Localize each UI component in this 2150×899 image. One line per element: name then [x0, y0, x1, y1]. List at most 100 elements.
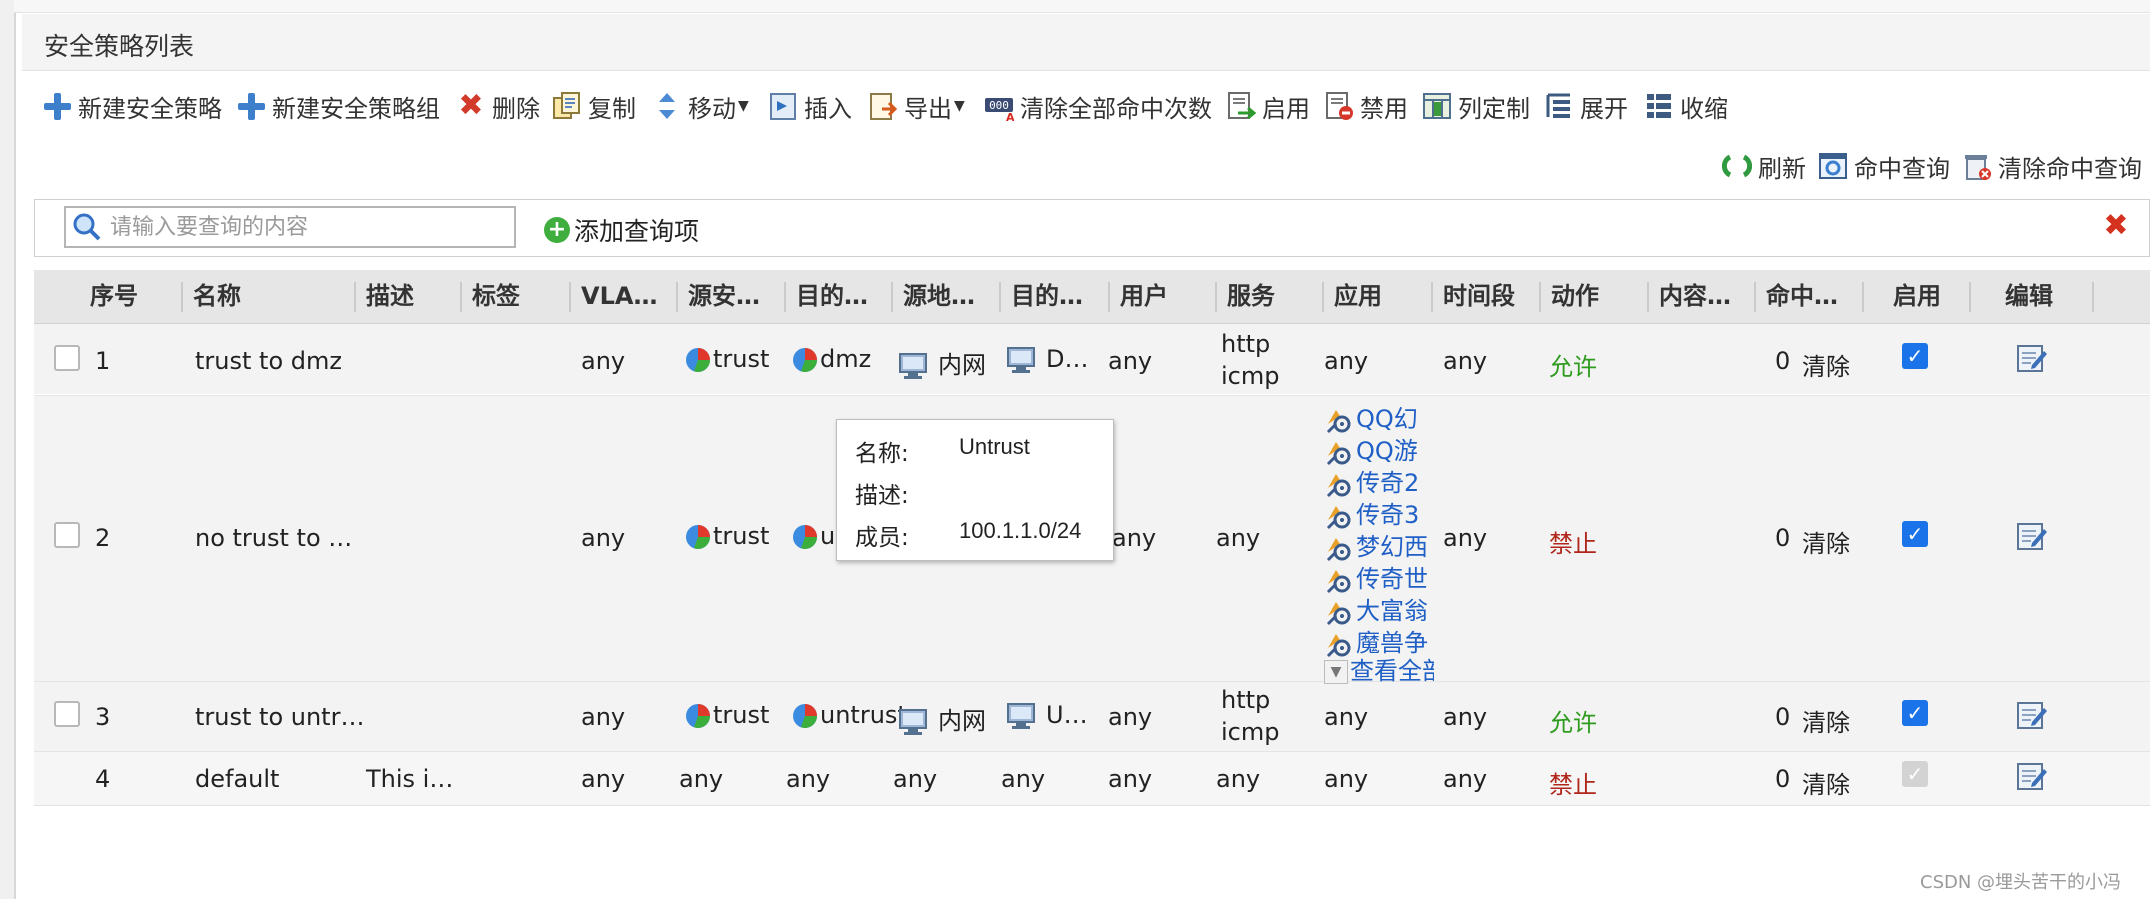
column-header[interactable]: 内容… [1659, 270, 1759, 323]
app-link[interactable]: 梦幻西 [1324, 527, 1434, 562]
column-header[interactable]: 标签 [472, 270, 562, 323]
policy-name-link[interactable]: default [195, 765, 279, 793]
clear-hits-link[interactable]: 清除 [1802, 347, 1850, 382]
column-divider[interactable] [891, 282, 893, 312]
column-divider[interactable] [181, 282, 183, 312]
insert-icon [768, 91, 798, 121]
policy-name-link[interactable]: trust to dmz [195, 347, 342, 375]
column-divider[interactable] [1108, 282, 1110, 312]
row-select-checkbox[interactable] [54, 522, 80, 548]
column-header[interactable]: 序号 [90, 270, 170, 323]
column-header[interactable]: 编辑 [2005, 270, 2095, 323]
clear-hits-link[interactable]: 清除 [1802, 765, 1850, 800]
export-dropdown[interactable]: 导出 ▼ [868, 86, 965, 126]
disable-button[interactable]: 禁用 [1324, 86, 1408, 126]
service-link-http[interactable]: http [1221, 330, 1270, 358]
src-zone-link[interactable]: trust [684, 701, 769, 730]
column-divider[interactable] [1322, 282, 1324, 312]
hit-query-button[interactable]: 命中查询 [1818, 146, 1950, 186]
column-header[interactable]: 目的… [1011, 270, 1111, 323]
tooltip-members-label: 成员: [855, 525, 909, 551]
column-header[interactable]: 描述 [366, 270, 456, 323]
row-id: 4 [95, 765, 111, 793]
clear-hit-query-button[interactable]: 清除命中查询 [1962, 146, 2142, 186]
move-dropdown[interactable]: 移动 ▼ [652, 86, 749, 126]
src-zone-link[interactable]: trust [684, 522, 769, 551]
enabled-checkbox[interactable]: ✓ [1902, 700, 1928, 726]
column-divider[interactable] [460, 282, 462, 312]
column-header[interactable]: 动作 [1551, 270, 1641, 323]
policy-name-link[interactable]: trust to untr… [195, 703, 364, 731]
column-header[interactable]: 用户 [1120, 270, 1210, 323]
column-divider[interactable] [569, 282, 571, 312]
column-divider[interactable] [1754, 282, 1756, 312]
service-link-icmp[interactable]: icmp [1221, 718, 1279, 746]
column-header[interactable]: 时间段 [1443, 270, 1543, 323]
refresh-button[interactable]: 刷新 [1721, 146, 1806, 186]
column-header[interactable]: VLA… [581, 270, 681, 323]
close-icon[interactable]: ✖ [2102, 211, 2130, 241]
dst-zone-link[interactable]: dmz [791, 345, 871, 374]
edit-icon[interactable] [2016, 700, 2048, 730]
app-link[interactable]: 传奇世 [1324, 559, 1434, 594]
row-select-checkbox[interactable] [54, 701, 80, 727]
row-select-checkbox[interactable] [54, 345, 80, 371]
enabled-checkbox[interactable]: ✓ [1902, 521, 1928, 547]
app-link[interactable]: 传奇2 [1324, 463, 1434, 498]
app-link[interactable]: 大富翁 [1324, 591, 1434, 626]
src-addr-link[interactable]: 内网 [898, 701, 986, 736]
service-link-icmp[interactable]: icmp [1221, 362, 1279, 390]
policy-name-link[interactable]: no trust to … [195, 524, 352, 552]
column-header[interactable]: 名称 [193, 270, 343, 323]
src-zone-link[interactable]: trust [684, 345, 769, 374]
clear-hits-link[interactable]: 清除 [1802, 524, 1850, 559]
column-header[interactable]: 源安… [688, 270, 788, 323]
column-divider[interactable] [1215, 282, 1217, 312]
column-divider[interactable] [784, 282, 786, 312]
edit-icon[interactable] [2016, 761, 2048, 791]
column-header[interactable]: 命中… [1766, 270, 1866, 323]
copy-button[interactable]: 复制 [552, 86, 636, 126]
dst-addr-link[interactable]: U… [1006, 701, 1088, 730]
view-all-apps-link[interactable]: ▼查看全部 [1324, 651, 1434, 686]
column-header[interactable]: 应用 [1334, 270, 1424, 323]
column-header[interactable]: 目的… [796, 270, 896, 323]
clear-all-hits-button[interactable]: 000 A 清除全部命中次数 [984, 86, 1212, 126]
app-link[interactable]: QQ幻 [1324, 399, 1434, 434]
new-policy-group-button[interactable]: 新建安全策略组 [236, 86, 440, 126]
customize-columns-button[interactable]: 列定制 [1422, 86, 1530, 126]
column-divider[interactable] [1862, 282, 1864, 312]
column-divider[interactable] [354, 282, 356, 312]
column-header[interactable]: 源地… [903, 270, 1003, 323]
column-divider[interactable] [1647, 282, 1649, 312]
clear-hits-link[interactable]: 清除 [1802, 703, 1850, 738]
dst-zone-link[interactable]: untrust [791, 701, 907, 730]
search-input[interactable] [64, 206, 516, 248]
column-divider[interactable] [1969, 282, 1971, 312]
dst-addr-value: any [1001, 765, 1046, 793]
column-divider[interactable] [676, 282, 678, 312]
copy-label: 复制 [588, 94, 636, 123]
collapse-button[interactable]: 收缩 [1644, 86, 1728, 126]
app-link[interactable]: QQ游 [1324, 431, 1434, 466]
dst-zone-link[interactable]: u [791, 522, 835, 551]
service-link-http[interactable]: http [1221, 686, 1270, 714]
app-link[interactable]: 传奇3 [1324, 495, 1434, 530]
edit-icon[interactable] [2016, 343, 2048, 373]
column-divider[interactable] [1431, 282, 1433, 312]
column-divider[interactable] [1539, 282, 1541, 312]
add-query-button[interactable]: + 添加查询项 [544, 212, 699, 248]
enable-button[interactable]: 启用 [1226, 86, 1310, 126]
column-header[interactable]: 服务 [1227, 270, 1317, 323]
column-divider[interactable] [2092, 282, 2094, 312]
edit-icon[interactable] [2016, 521, 2048, 551]
insert-button[interactable]: 插入 [768, 86, 852, 126]
new-policy-button[interactable]: 新建安全策略 [42, 86, 222, 126]
delete-button[interactable]: ✖ 删除 [456, 86, 540, 126]
enabled-checkbox[interactable]: ✓ [1902, 343, 1928, 369]
src-addr-link[interactable]: 内网 [898, 345, 986, 380]
dst-addr-link[interactable]: D… [1006, 345, 1088, 374]
expand-button[interactable]: 展开 [1544, 86, 1628, 126]
plus-icon [236, 91, 266, 121]
column-divider[interactable] [999, 282, 1001, 312]
